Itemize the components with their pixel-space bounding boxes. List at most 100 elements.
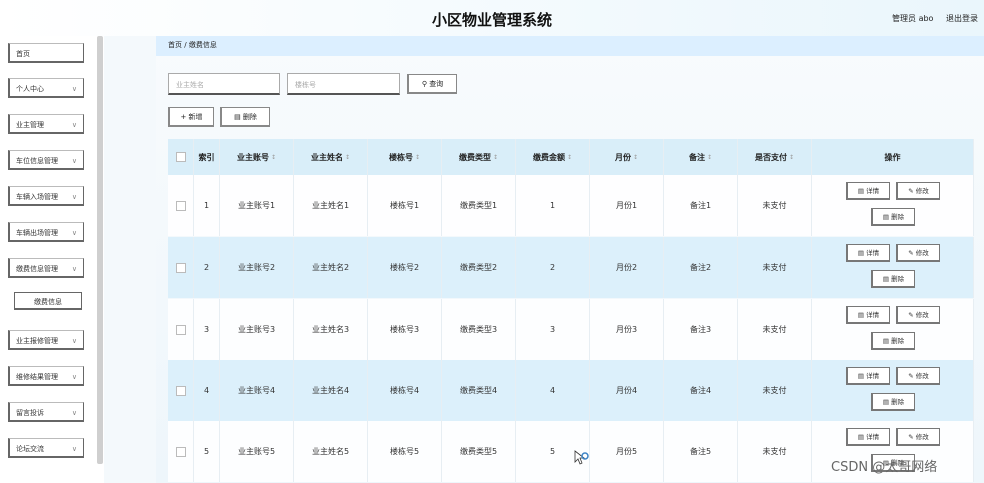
table-cell: 月份3	[590, 299, 664, 360]
sidebar-item[interactable]: 业主报修管理 ∨	[8, 330, 84, 350]
detail-button-label: 详情	[866, 249, 880, 257]
sidebar-item[interactable]: 车辆入场管理 ∨	[8, 186, 84, 206]
table-row: 2 业主账号2 业主姓名2 楼栋号2 缴费类型2 2 月份2 备注2 未支付 ▤ 详情 ✎ 修改 ▤ …	[168, 237, 974, 298]
column-header-label: 索引	[198, 152, 215, 162]
table-cell: 月份4	[590, 360, 664, 421]
detail-button[interactable]: ▤ 详情	[846, 306, 890, 324]
column-header-label: 是否支付	[754, 152, 787, 162]
edit-button-label: 修改	[915, 249, 929, 257]
table-row: 1 业主账号1 业主姓名1 楼栋号1 缴费类型1 1 月份1 备注1 未支付 ▤ 详情 ✎ 修改 ▤ …	[168, 175, 974, 236]
edit-button[interactable]: ✎ 修改	[896, 244, 940, 262]
app-title: 小区物业管理系统	[431, 11, 552, 29]
chevron-down-icon: ∨	[71, 229, 77, 237]
sidebar-item-label: 维修结果管理	[16, 373, 58, 381]
add-button[interactable]: + 新增	[168, 107, 214, 127]
row-checkbox[interactable]	[168, 175, 194, 236]
sort-icon[interactable]: ↕	[415, 154, 420, 161]
detail-button[interactable]: ▤ 详情	[846, 367, 890, 385]
row-delete-button[interactable]: ▤ 删除	[871, 208, 915, 226]
sort-icon[interactable]: ↕	[345, 154, 350, 161]
row-checkbox[interactable]	[168, 421, 194, 482]
detail-icon: ▤	[857, 372, 867, 380]
table-cell: 未支付	[738, 421, 812, 482]
row-delete-icon: ▤	[882, 275, 892, 283]
table-cell: 缴费类型5	[442, 421, 516, 482]
column-header-label: 缴费金额	[532, 152, 565, 162]
trash-icon: ▤	[234, 113, 241, 121]
edit-button[interactable]: ✎ 修改	[896, 367, 940, 385]
row-delete-icon: ▤	[882, 398, 892, 406]
edit-button[interactable]: ✎ 修改	[896, 428, 940, 446]
chevron-down-icon: ∨	[71, 157, 77, 165]
column-header-label: 楼栋号	[388, 152, 413, 162]
checkbox-icon	[175, 324, 186, 335]
column-header: 楼栋号 ↕	[368, 139, 442, 175]
query-button[interactable]: ⚲ 查询	[407, 74, 457, 94]
sort-icon[interactable]: ↕	[493, 154, 498, 161]
sidebar-item[interactable]: 首页	[8, 43, 84, 63]
edit-icon: ✎	[908, 372, 916, 380]
breadcrumb-bar	[156, 36, 984, 56]
logout-link[interactable]: 退出登录	[946, 14, 978, 23]
sidebar-item[interactable]: 车辆出场管理 ∨	[8, 222, 84, 242]
sort-icon[interactable]: ↕	[789, 154, 794, 161]
row-delete-button[interactable]: ▤ 删除	[871, 332, 915, 350]
column-header-label: 业主账号	[236, 152, 269, 162]
detail-button[interactable]: ▤ 详情	[846, 182, 890, 200]
user-label: 管理员 abo	[892, 14, 934, 23]
table-cell: 2	[516, 237, 590, 298]
edit-button[interactable]: ✎ 修改	[896, 182, 940, 200]
detail-button[interactable]: ▤ 详情	[846, 428, 890, 446]
column-header-label: 业主姓名	[310, 152, 343, 162]
edit-icon: ✎	[908, 311, 916, 319]
sort-icon[interactable]: ↕	[567, 154, 572, 161]
table-cell: 备注4	[664, 360, 738, 421]
detail-button-label: 详情	[866, 311, 880, 319]
sidebar-scrollbar[interactable]	[97, 36, 103, 464]
select-all-checkbox[interactable]	[168, 139, 194, 175]
table-row: 3 业主账号3 业主姓名3 楼栋号3 缴费类型3 3 月份3 备注3 未支付 ▤ 详情 ✎ 修改 ▤ …	[168, 299, 974, 360]
sidebar-item[interactable]: 维修结果管理 ∨	[8, 366, 84, 386]
owner-name-search-input[interactable]: 业主姓名	[168, 73, 280, 95]
row-delete-button[interactable]: ▤ 删除	[871, 393, 915, 411]
column-header: 备注 ↕	[664, 139, 738, 175]
table-cell: 备注1	[664, 175, 738, 236]
breadcrumb-home[interactable]: 首页	[168, 41, 182, 49]
sidebar-item[interactable]: 车位信息管理 ∨	[8, 150, 84, 170]
sort-icon[interactable]: ↕	[271, 154, 276, 161]
sidebar-item[interactable]: 业主管理 ∨	[8, 114, 84, 134]
breadcrumb-current: 缴费信息	[188, 41, 217, 49]
breadcrumb: 首页 / 缴费信息	[168, 40, 217, 50]
delete-button[interactable]: ▤ 删除	[220, 107, 270, 127]
sidebar-item[interactable]: 论坛交流 ∨	[8, 438, 84, 458]
cursor-icon	[574, 450, 589, 465]
table-cell: 3	[194, 299, 220, 360]
table-cell: 月份5	[590, 421, 664, 482]
column-header: 缴费类型 ↕	[442, 139, 516, 175]
table-cell: 缴费类型1	[442, 175, 516, 236]
row-checkbox[interactable]	[168, 237, 194, 298]
column-header: 索引	[194, 139, 220, 175]
building-search-input[interactable]: 楼栋号	[287, 73, 400, 95]
column-header-label: 备注	[688, 152, 705, 162]
column-header: 操作	[812, 139, 974, 175]
sidebar-item[interactable]: 缴费信息管理 ∨	[8, 258, 84, 278]
detail-button[interactable]: ▤ 详情	[846, 244, 890, 262]
row-delete-button[interactable]: ▤ 删除	[871, 270, 915, 288]
table-cell: 楼栋号3	[368, 299, 442, 360]
sort-icon[interactable]: ↕	[707, 154, 712, 161]
sort-icon[interactable]: ↕	[633, 154, 638, 161]
edit-button-label: 修改	[915, 311, 929, 319]
sidebar-item-label: 留言投诉	[16, 409, 44, 417]
sidebar-item[interactable]: 个人中心 ∨	[8, 78, 84, 98]
sidebar-subitem-payment-info[interactable]: 缴费信息	[14, 292, 82, 310]
column-header-label: 缴费类型	[458, 152, 491, 162]
chevron-down-icon: ∨	[71, 193, 77, 201]
table-cell: 业主姓名4	[294, 360, 368, 421]
row-checkbox[interactable]	[168, 360, 194, 421]
search-icon: ⚲	[421, 80, 427, 88]
sidebar-item[interactable]: 留言投诉 ∨	[8, 402, 84, 422]
row-checkbox[interactable]	[168, 299, 194, 360]
edit-button[interactable]: ✎ 修改	[896, 306, 940, 324]
chevron-down-icon: ∨	[71, 409, 77, 417]
